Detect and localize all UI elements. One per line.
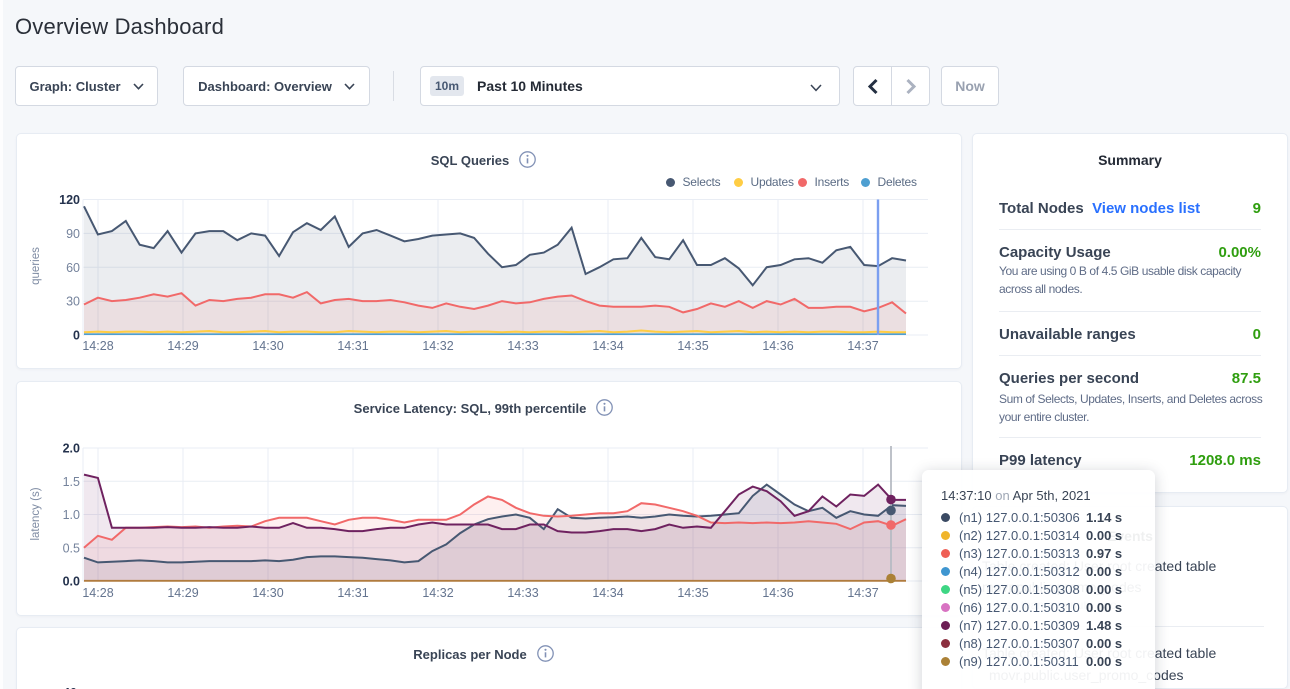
svg-text:14:30: 14:30	[252, 339, 283, 353]
svg-text:queries: queries	[30, 247, 42, 285]
svg-text:14:33: 14:33	[507, 339, 538, 353]
svg-text:2.0: 2.0	[63, 442, 80, 456]
svg-text:14:28: 14:28	[82, 339, 113, 353]
svg-text:0: 0	[73, 329, 80, 343]
svg-text:14:31: 14:31	[337, 586, 368, 600]
svg-text:14:31: 14:31	[337, 339, 368, 353]
svg-text:1.0: 1.0	[63, 508, 80, 522]
svg-text:1.5: 1.5	[63, 475, 80, 489]
svg-text:14:33: 14:33	[507, 586, 538, 600]
svg-text:14:35: 14:35	[677, 586, 708, 600]
svg-text:30: 30	[66, 295, 80, 309]
svg-text:120: 120	[59, 193, 80, 207]
svg-text:14:32: 14:32	[422, 339, 453, 353]
svg-text:14:30: 14:30	[252, 586, 283, 600]
svg-text:14:29: 14:29	[167, 339, 198, 353]
svg-text:latency (s): latency (s)	[30, 487, 42, 540]
svg-text:14:36: 14:36	[762, 339, 793, 353]
svg-text:14:29: 14:29	[167, 586, 198, 600]
svg-text:90: 90	[66, 227, 80, 241]
svg-text:14:35: 14:35	[677, 339, 708, 353]
svg-text:14:34: 14:34	[592, 339, 623, 353]
svg-text:0.0: 0.0	[63, 575, 80, 589]
svg-text:14:32: 14:32	[422, 586, 453, 600]
svg-text:14:36: 14:36	[762, 586, 793, 600]
svg-text:14:34: 14:34	[592, 586, 623, 600]
svg-text:60: 60	[66, 261, 80, 275]
svg-text:14:28: 14:28	[82, 586, 113, 600]
svg-text:0.5: 0.5	[63, 541, 80, 555]
svg-text:14:37: 14:37	[847, 586, 878, 600]
svg-text:14:37: 14:37	[847, 339, 878, 353]
